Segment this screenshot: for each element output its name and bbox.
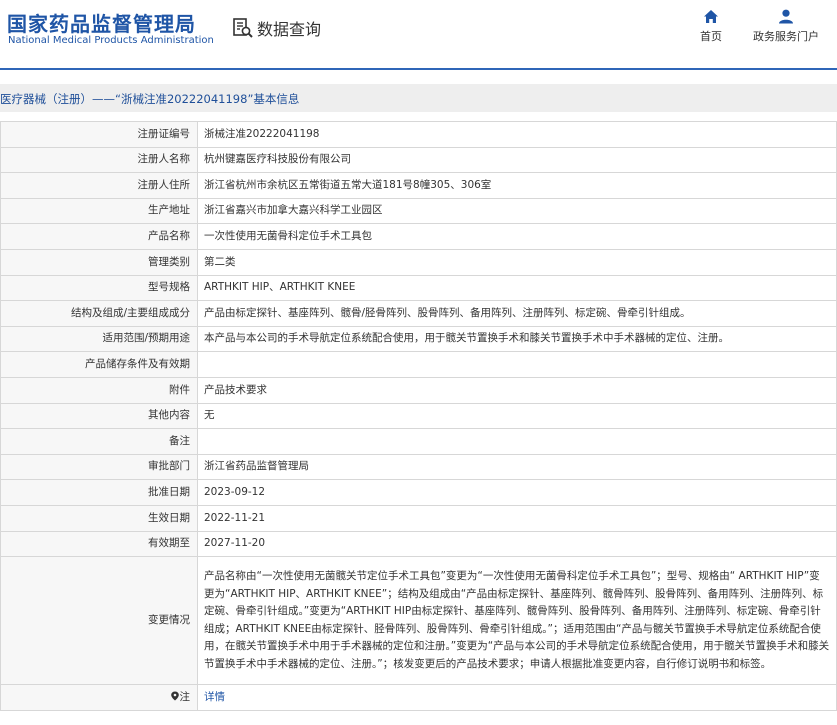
table-row: 变更情况 产品名称由“一次性使用无菌髋关节定位手术工具包”变更为“一次性使用无菌骨… xyxy=(0,556,837,686)
field-value: 浙江省杭州市余杭区五常街道五常大道181号8幢305、306室 xyxy=(197,172,837,199)
table-row: 注册证编号 浙械注准20222041198 xyxy=(0,121,837,148)
detail-cell: 详情 xyxy=(197,684,837,711)
nav-home-label: 首页 xyxy=(700,30,722,43)
table-row: 审批部门 浙江省药品监督管理局 xyxy=(0,453,837,481)
table-row: 附件 产品技术要求 xyxy=(0,376,837,404)
field-label: 备注 xyxy=(0,428,198,455)
nav-service-portal[interactable]: 政务服务门户 xyxy=(752,9,820,44)
field-value: 浙械注准20222041198 xyxy=(197,121,837,148)
field-value: 产品技术要求 xyxy=(197,376,837,404)
table-row: 备注 xyxy=(0,428,837,455)
search-document-icon xyxy=(232,17,254,39)
site-logo-subtitle: National Medical Products Administration xyxy=(8,35,214,46)
field-label: 适用范围/预期用途 xyxy=(0,325,198,353)
field-label: 产品储存条件及有效期 xyxy=(0,351,198,378)
header-divider xyxy=(0,68,837,70)
field-label: 管理类别 xyxy=(0,248,198,276)
home-icon xyxy=(704,10,718,23)
table-row: 批准日期 2023-09-12 xyxy=(0,479,837,506)
site-header: 国家药品监督管理局 National Medical Products Admi… xyxy=(0,0,837,68)
breadcrumb-bar: 医疗器械（注册）——“浙械注准20222041198”基本信息 xyxy=(0,84,837,112)
field-label: 结构及组成/主要组成成分 xyxy=(0,300,198,327)
table-row: 生效日期 2022-11-21 xyxy=(0,504,837,532)
note-label: 注 xyxy=(179,690,191,703)
field-value xyxy=(197,351,837,378)
field-label: 审批部门 xyxy=(0,453,198,481)
site-logo-title[interactable]: 国家药品监督管理局 xyxy=(7,8,196,37)
field-label: 注册人名称 xyxy=(0,146,198,174)
table-row: 注 详情 xyxy=(0,684,837,711)
module-heading: 数据查询 xyxy=(232,16,321,40)
user-icon xyxy=(779,9,793,24)
field-label: 批准日期 xyxy=(0,479,198,506)
table-row: 产品储存条件及有效期 xyxy=(0,351,837,378)
nav-service-label: 政务服务门户 xyxy=(753,30,819,43)
field-value: 产品由标定探针、基座阵列、髋骨/胫骨阵列、股骨阵列、备用阵列、注册阵列、标定碗、… xyxy=(197,300,837,327)
field-value: 第二类 xyxy=(197,248,837,276)
field-label: 型号规格 xyxy=(0,274,198,302)
field-value xyxy=(197,428,837,455)
field-value: ARTHKIT HIP、ARTHKIT KNEE xyxy=(197,274,837,302)
field-value: 本产品与本公司的手术导航定位系统配合使用，用于髋关节置换手术和膝关节置换手术中手… xyxy=(197,325,837,353)
table-row: 适用范围/预期用途 本产品与本公司的手术导航定位系统配合使用，用于髋关节置换手术和… xyxy=(0,325,837,353)
table-row: 管理类别 第二类 xyxy=(0,248,837,276)
field-label: 注册证编号 xyxy=(0,121,198,148)
table-row: 结构及组成/主要组成成分 产品由标定探针、基座阵列、髋骨/胫骨阵列、股骨阵列、备用… xyxy=(0,300,837,327)
table-row: 有效期至 2027-11-20 xyxy=(0,530,837,558)
field-label: 其他内容 xyxy=(0,402,198,430)
field-label: 生效日期 xyxy=(0,504,198,532)
table-row: 生产地址 浙江省嘉兴市加拿大嘉兴科学工业园区 xyxy=(0,197,837,225)
field-value: 2022-11-21 xyxy=(197,504,837,532)
field-value: 杭州键嘉医疗科技股份有限公司 xyxy=(197,146,837,174)
field-label: 有效期至 xyxy=(0,530,198,558)
field-label: 注 xyxy=(0,684,198,711)
field-label: 产品名称 xyxy=(0,223,198,250)
table-row: 注册人名称 杭州键嘉医疗科技股份有限公司 xyxy=(0,146,837,174)
table-row: 其他内容无 xyxy=(0,402,837,430)
field-value: 浙江省药品监督管理局 xyxy=(197,453,837,481)
change-history-value: 产品名称由“一次性使用无菌髋关节定位手术工具包”变更为“一次性使用无菌骨科定位手… xyxy=(197,556,837,686)
detail-table: 注册证编号 浙械注准20222041198 注册人名称 杭州键嘉医疗科技股份有限公司注… xyxy=(0,121,837,711)
field-value: 2023-09-12 xyxy=(197,479,837,506)
location-pin-icon xyxy=(170,691,180,701)
breadcrumb: 医疗器械（注册）——“浙械注准20222041198”基本信息 xyxy=(0,92,300,106)
field-label: 附件 xyxy=(0,376,198,404)
field-label: 注册人住所 xyxy=(0,172,198,199)
field-value: 浙江省嘉兴市加拿大嘉兴科学工业园区 xyxy=(197,197,837,225)
field-value: 一次性使用无菌骨科定位手术工具包 xyxy=(197,223,837,250)
field-value: 无 xyxy=(197,402,837,430)
table-row: 型号规格 ARTHKIT HIP、ARTHKIT KNEE xyxy=(0,274,837,302)
table-row: 产品名称 一次性使用无菌骨科定位手术工具包 xyxy=(0,223,837,250)
field-value: 2027-11-20 xyxy=(197,530,837,558)
field-label: 变更情况 xyxy=(0,556,198,686)
module-title: 数据查询 xyxy=(257,20,322,39)
table-row: 注册人住所 浙江省杭州市余杭区五常街道五常大道181号8幢305、306室 xyxy=(0,172,837,199)
detail-link[interactable]: 详情 xyxy=(204,691,225,703)
nav-home[interactable]: 首页 xyxy=(693,9,729,44)
field-label: 生产地址 xyxy=(0,197,198,225)
